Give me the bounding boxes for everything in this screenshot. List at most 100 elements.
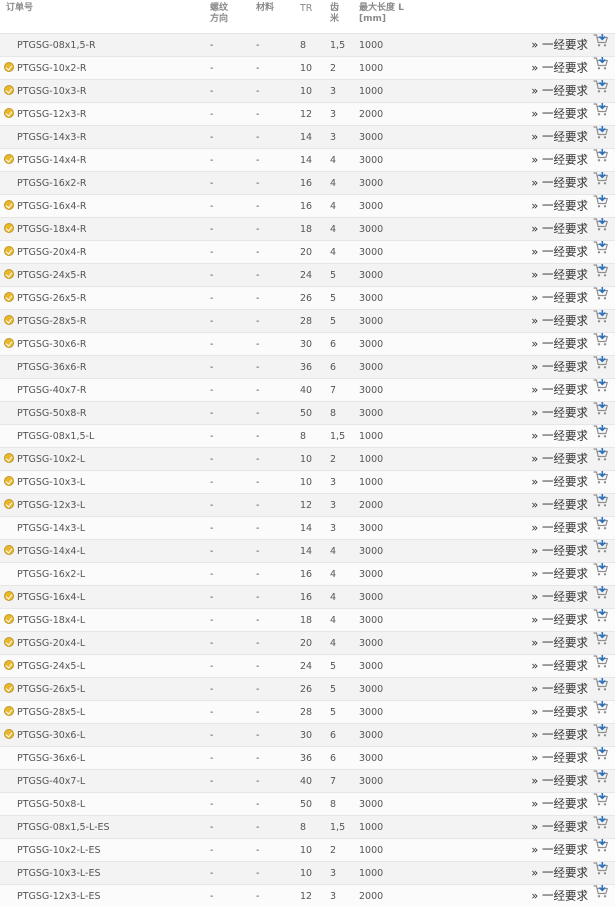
- order-number[interactable]: PTGSG-26x5-L: [17, 684, 85, 695]
- cart-add-icon[interactable]: [593, 632, 609, 654]
- order-number[interactable]: PTGSG-36x6-R: [17, 362, 87, 373]
- request-link[interactable]: » 一经要求: [531, 176, 588, 190]
- order-number[interactable]: PTGSG-12x3-R: [17, 109, 87, 120]
- order-number[interactable]: PTGSG-16x2-R: [17, 178, 87, 189]
- order-number[interactable]: PTGSG-08x1,5-L: [17, 431, 94, 442]
- order-number[interactable]: PTGSG-40x7-R: [17, 385, 87, 396]
- cart-add-icon[interactable]: [593, 678, 609, 700]
- cart-add-icon[interactable]: [593, 333, 609, 355]
- order-number[interactable]: PTGSG-10x2-L-ES: [17, 845, 100, 856]
- request-link[interactable]: » 一经要求: [531, 153, 588, 167]
- request-link[interactable]: » 一经要求: [531, 475, 588, 489]
- cart-add-icon[interactable]: [593, 80, 609, 102]
- cart-add-icon[interactable]: [593, 839, 609, 861]
- cart-add-icon[interactable]: [593, 816, 609, 838]
- cart-add-icon[interactable]: [593, 563, 609, 585]
- request-link[interactable]: » 一经要求: [531, 406, 588, 420]
- order-number[interactable]: PTGSG-28x5-R: [17, 316, 87, 327]
- request-link[interactable]: » 一经要求: [531, 452, 588, 466]
- order-number[interactable]: PTGSG-10x2-L: [17, 454, 85, 465]
- order-number[interactable]: PTGSG-12x3-L-ES: [17, 891, 100, 902]
- order-number[interactable]: PTGSG-10x2-R: [17, 63, 87, 74]
- request-link[interactable]: » 一经要求: [531, 866, 588, 880]
- cart-add-icon[interactable]: [593, 241, 609, 263]
- request-link[interactable]: » 一经要求: [531, 797, 588, 811]
- request-link[interactable]: » 一经要求: [531, 590, 588, 604]
- cart-add-icon[interactable]: [593, 149, 609, 171]
- cart-add-icon[interactable]: [593, 586, 609, 608]
- request-link[interactable]: » 一经要求: [531, 843, 588, 857]
- order-number[interactable]: PTGSG-10x3-R: [17, 86, 87, 97]
- order-number[interactable]: PTGSG-30x6-R: [17, 339, 87, 350]
- order-number[interactable]: PTGSG-18x4-R: [17, 224, 87, 235]
- request-link[interactable]: » 一经要求: [531, 199, 588, 213]
- request-link[interactable]: » 一经要求: [531, 84, 588, 98]
- request-link[interactable]: » 一经要求: [531, 889, 588, 903]
- order-number[interactable]: PTGSG-14x3-R: [17, 132, 87, 143]
- order-number[interactable]: PTGSG-16x4-R: [17, 201, 87, 212]
- order-number[interactable]: PTGSG-30x6-L: [17, 730, 85, 741]
- cart-add-icon[interactable]: [593, 34, 609, 56]
- order-number[interactable]: PTGSG-36x6-L: [17, 753, 85, 764]
- cart-add-icon[interactable]: [593, 103, 609, 125]
- request-link[interactable]: » 一经要求: [531, 636, 588, 650]
- request-link[interactable]: » 一经要求: [531, 751, 588, 765]
- cart-add-icon[interactable]: [593, 195, 609, 217]
- order-number[interactable]: PTGSG-14x4-L: [17, 546, 85, 557]
- cart-add-icon[interactable]: [593, 494, 609, 516]
- order-number[interactable]: PTGSG-24x5-L: [17, 661, 85, 672]
- request-link[interactable]: » 一经要求: [531, 613, 588, 627]
- request-link[interactable]: » 一经要求: [531, 567, 588, 581]
- request-link[interactable]: » 一经要求: [531, 383, 588, 397]
- cart-add-icon[interactable]: [593, 862, 609, 884]
- order-number[interactable]: PTGSG-20x4-L: [17, 638, 85, 649]
- cart-add-icon[interactable]: [593, 747, 609, 769]
- request-link[interactable]: » 一经要求: [531, 705, 588, 719]
- cart-add-icon[interactable]: [593, 540, 609, 562]
- order-number[interactable]: PTGSG-10x3-L-ES: [17, 868, 100, 879]
- request-link[interactable]: » 一经要求: [531, 130, 588, 144]
- order-number[interactable]: PTGSG-28x5-L: [17, 707, 85, 718]
- order-number[interactable]: PTGSG-08x1,5-R: [17, 40, 96, 51]
- request-link[interactable]: » 一经要求: [531, 498, 588, 512]
- request-link[interactable]: » 一经要求: [531, 659, 588, 673]
- cart-add-icon[interactable]: [593, 793, 609, 815]
- cart-add-icon[interactable]: [593, 517, 609, 539]
- request-link[interactable]: » 一经要求: [531, 337, 588, 351]
- cart-add-icon[interactable]: [593, 356, 609, 378]
- order-number[interactable]: PTGSG-20x4-R: [17, 247, 87, 258]
- request-link[interactable]: » 一经要求: [531, 107, 588, 121]
- request-link[interactable]: » 一经要求: [531, 38, 588, 52]
- cart-add-icon[interactable]: [593, 471, 609, 493]
- cart-add-icon[interactable]: [593, 57, 609, 79]
- request-link[interactable]: » 一经要求: [531, 61, 588, 75]
- cart-add-icon[interactable]: [593, 609, 609, 631]
- request-link[interactable]: » 一经要求: [531, 544, 588, 558]
- order-number[interactable]: PTGSG-14x4-R: [17, 155, 87, 166]
- cart-add-icon[interactable]: [593, 172, 609, 194]
- order-number[interactable]: PTGSG-10x3-L: [17, 477, 85, 488]
- cart-add-icon[interactable]: [593, 379, 609, 401]
- cart-add-icon[interactable]: [593, 448, 609, 470]
- request-link[interactable]: » 一经要求: [531, 682, 588, 696]
- request-link[interactable]: » 一经要求: [531, 820, 588, 834]
- cart-add-icon[interactable]: [593, 126, 609, 148]
- request-link[interactable]: » 一经要求: [531, 222, 588, 236]
- order-number[interactable]: PTGSG-50x8-L: [17, 799, 85, 810]
- request-link[interactable]: » 一经要求: [531, 291, 588, 305]
- cart-add-icon[interactable]: [593, 885, 609, 907]
- request-link[interactable]: » 一经要求: [531, 429, 588, 443]
- order-number[interactable]: PTGSG-24x5-R: [17, 270, 87, 281]
- cart-add-icon[interactable]: [593, 425, 609, 447]
- request-link[interactable]: » 一经要求: [531, 245, 588, 259]
- order-number[interactable]: PTGSG-14x3-L: [17, 523, 85, 534]
- order-number[interactable]: PTGSG-26x5-R: [17, 293, 87, 304]
- request-link[interactable]: » 一经要求: [531, 521, 588, 535]
- cart-add-icon[interactable]: [593, 655, 609, 677]
- cart-add-icon[interactable]: [593, 264, 609, 286]
- order-number[interactable]: PTGSG-50x8-R: [17, 408, 87, 419]
- cart-add-icon[interactable]: [593, 310, 609, 332]
- order-number[interactable]: PTGSG-08x1,5-L-ES: [17, 822, 110, 833]
- cart-add-icon[interactable]: [593, 402, 609, 424]
- order-number[interactable]: PTGSG-12x3-L: [17, 500, 85, 511]
